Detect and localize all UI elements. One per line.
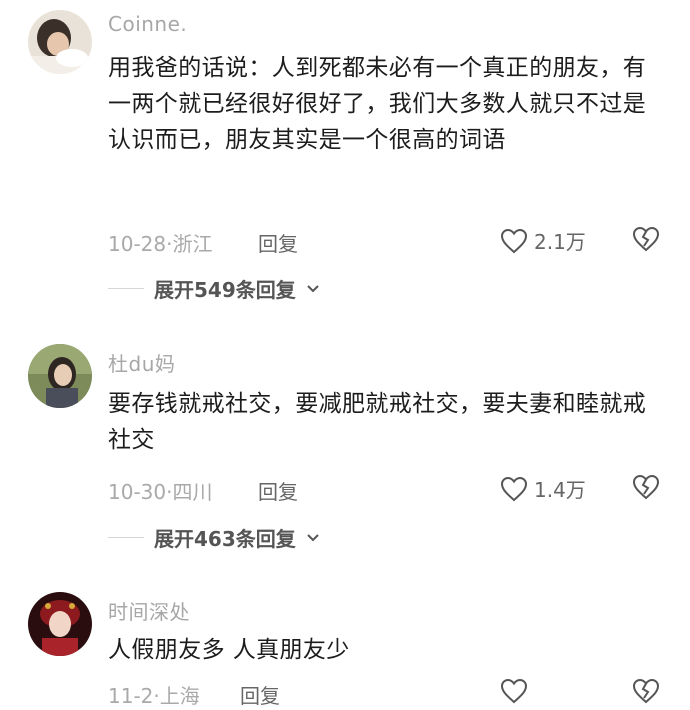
dislike-button[interactable] — [632, 678, 660, 704]
divider-line — [108, 288, 144, 289]
broken-heart-icon — [632, 678, 660, 704]
username[interactable]: 时间深处 — [108, 596, 190, 625]
divider-line — [108, 537, 144, 538]
username[interactable]: 杜du妈 — [108, 348, 175, 377]
chevron-down-icon — [307, 284, 319, 292]
heart-outline-icon — [500, 678, 528, 704]
comment-meta: 10-28·浙江 — [108, 228, 212, 257]
comment-date: 10-30· — [108, 480, 173, 504]
like-button[interactable]: 1.4万 — [500, 474, 586, 503]
comment-meta: 10-30·四川 — [108, 476, 212, 505]
avatar[interactable] — [28, 10, 92, 74]
broken-heart-icon — [632, 474, 660, 500]
chevron-down-icon — [307, 533, 319, 541]
expand-replies-label: 展开463条回复 — [154, 527, 296, 551]
comment-text: 人假朋友多 人真朋友少 — [108, 637, 350, 663]
comment-location: 浙江 — [172, 232, 213, 256]
reply-button[interactable]: 回复 — [258, 228, 298, 257]
avatar[interactable] — [28, 344, 92, 408]
comment-location: 上海 — [159, 684, 200, 708]
like-count: 1.4万 — [534, 478, 586, 502]
expand-replies-label: 展开549条回复 — [154, 278, 296, 302]
comment-date: 11-2· — [108, 684, 160, 708]
comment-date: 10-28· — [108, 232, 173, 256]
reply-button[interactable]: 回复 — [258, 476, 298, 505]
like-button[interactable]: 2.1万 — [500, 226, 586, 255]
reply-button[interactable]: 回复 — [240, 680, 280, 709]
expand-replies-button[interactable]: 展开549条回复 — [108, 274, 320, 303]
comment-text: 用我爸的话说：人到死都未必有一个真正的朋友，有一两个就已经很好很好了，我们大多数… — [108, 55, 647, 153]
dislike-button[interactable] — [632, 226, 660, 252]
dislike-button[interactable] — [632, 474, 660, 500]
like-count: 2.1万 — [534, 230, 586, 254]
comment-text: 要存钱就戒社交，要减肥就戒社交，要夫妻和睦就戒社交 — [108, 391, 647, 453]
like-button[interactable] — [500, 678, 528, 704]
username[interactable]: Coinne. — [108, 12, 187, 36]
comment-meta: 11-2·上海 — [108, 680, 200, 709]
expand-replies-button[interactable]: 展开463条回复 — [108, 523, 320, 552]
heart-outline-icon — [500, 476, 528, 501]
broken-heart-icon — [632, 226, 660, 252]
avatar[interactable] — [28, 592, 92, 656]
comment-location: 四川 — [172, 480, 213, 504]
heart-outline-icon — [500, 228, 528, 253]
